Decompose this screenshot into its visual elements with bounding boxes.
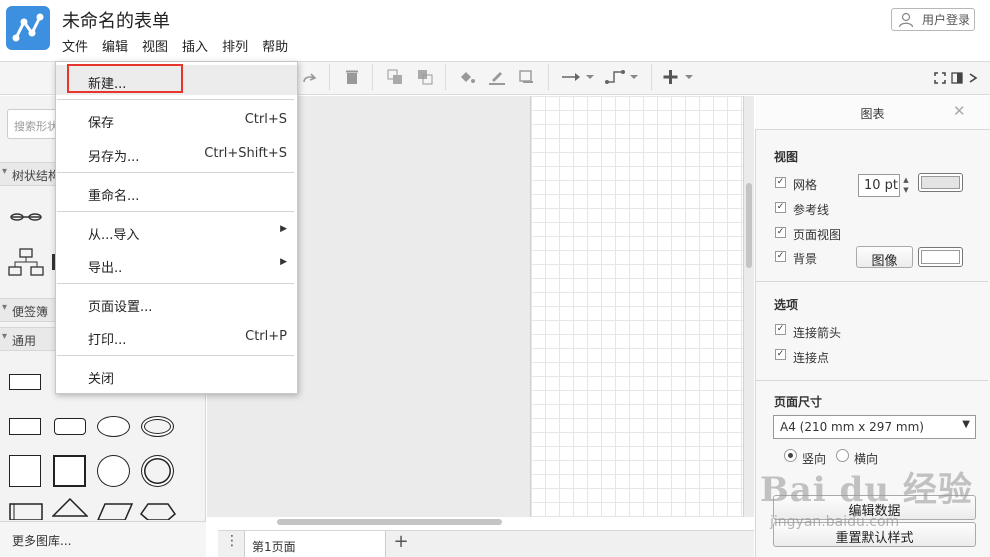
options-heading: 选项	[774, 298, 799, 312]
page-size-select[interactable]: A4 (210 mm x 297 mm) ▼	[773, 415, 976, 439]
tree-shape-org[interactable]	[8, 248, 44, 280]
menu-item-export[interactable]: 导出.. ▶	[56, 249, 297, 279]
highlight-box	[67, 64, 183, 93]
view-heading: 视图	[774, 150, 799, 164]
fill-color-icon[interactable]	[457, 68, 477, 86]
collapse-icon[interactable]	[966, 69, 980, 87]
shape-double-circle[interactable]	[141, 455, 174, 487]
menu-view[interactable]: 视图	[142, 36, 168, 55]
background-label: 背景	[793, 252, 818, 266]
portrait-radio[interactable]	[784, 449, 797, 462]
baidu-watermark-url: jingyan.baidu.com	[770, 514, 900, 530]
format-panel-icon[interactable]	[950, 69, 964, 87]
user-icon	[898, 12, 914, 27]
landscape-radio[interactable]	[836, 449, 849, 462]
vertical-scrollbar[interactable]	[746, 183, 752, 268]
menu-file[interactable]: 文件	[62, 36, 88, 55]
line-color-icon[interactable]	[487, 68, 507, 86]
shape-rounded-rectangle[interactable]	[54, 418, 86, 435]
shape-square[interactable]	[9, 455, 41, 487]
guides-checkbox[interactable]: ✓	[775, 202, 786, 213]
insert-plus-icon[interactable]	[662, 68, 696, 86]
tree-shape-link[interactable]	[9, 210, 43, 228]
shape-circle[interactable]	[97, 455, 130, 487]
connection-points-checkbox[interactable]: ✓	[775, 349, 786, 360]
background-checkbox[interactable]: ✓	[775, 251, 786, 262]
page-view-label: 页面视图	[793, 228, 842, 242]
menu-item-rename[interactable]: 重命名...	[56, 177, 297, 207]
menu-bar: 文件 编辑 视图 插入 排列 帮助	[62, 36, 288, 55]
connection-points-label: 连接点	[793, 351, 830, 365]
shape-double-ellipse[interactable]	[141, 416, 174, 437]
delete-icon[interactable]	[342, 68, 362, 86]
tab-page-1[interactable]: 第1页面	[244, 531, 386, 557]
connection-style-icon[interactable]	[560, 68, 596, 86]
menu-item-import[interactable]: 从...导入 ▶	[56, 216, 297, 246]
login-button[interactable]: 用户登录	[891, 8, 975, 31]
document-title[interactable]: 未命名的表单	[62, 7, 170, 33]
menu-edit[interactable]: 编辑	[102, 36, 128, 55]
menu-item-page-setup[interactable]: 页面设置...	[56, 288, 297, 318]
page-size-heading: 页面尺寸	[774, 395, 823, 409]
grid-size-input[interactable]: 10 pt	[858, 174, 900, 197]
baidu-watermark: Bai du 经验	[760, 470, 973, 510]
connection-arrows-checkbox[interactable]: ✓	[775, 324, 786, 335]
shape-square-bold[interactable]	[53, 455, 86, 487]
redo-icon[interactable]	[300, 70, 318, 88]
shadow-icon[interactable]	[517, 68, 537, 86]
add-page-icon[interactable]: +	[388, 531, 414, 557]
more-libraries-button[interactable]: 更多图库...	[0, 521, 206, 557]
menu-help[interactable]: 帮助	[262, 36, 288, 55]
menu-arrange[interactable]: 排列	[222, 36, 248, 55]
background-image-button[interactable]: 图像	[856, 246, 913, 269]
menu-insert[interactable]: 插入	[182, 36, 208, 55]
page-sheet[interactable]	[530, 96, 744, 517]
page-view-checkbox[interactable]: ✓	[775, 227, 786, 238]
horizontal-scrollbar[interactable]	[277, 519, 502, 525]
shape-rectangle-2[interactable]	[9, 418, 41, 435]
connection-arrows-label: 连接箭头	[793, 326, 842, 340]
waypoints-icon[interactable]	[604, 68, 640, 86]
grid-label: 网格	[793, 178, 818, 192]
grid-color-button[interactable]	[918, 173, 963, 192]
to-front-icon[interactable]	[385, 68, 405, 86]
submenu-arrow-icon: ▶	[280, 224, 287, 234]
menu-item-print[interactable]: 打印... Ctrl+P	[56, 321, 297, 351]
page-menu-icon[interactable]: ⋮	[220, 533, 244, 555]
shape-rectangle[interactable]	[9, 374, 41, 390]
to-back-icon[interactable]	[415, 68, 435, 86]
close-icon[interactable]: ✕	[953, 102, 966, 120]
app-logo	[6, 6, 50, 50]
fullscreen-icon[interactable]	[933, 69, 947, 87]
dropdown-arrow-icon: ▼	[962, 419, 970, 430]
background-color-button[interactable]	[918, 247, 963, 267]
grid-checkbox[interactable]: ✓	[775, 177, 786, 188]
login-label: 用户登录	[922, 13, 971, 27]
grid-size-stepper[interactable]: ▲ ▼	[901, 175, 911, 196]
shape-ellipse[interactable]	[97, 416, 130, 437]
menu-item-save-as[interactable]: 另存为... Ctrl+Shift+S	[56, 138, 297, 168]
submenu-arrow-icon: ▶	[280, 257, 287, 267]
guides-label: 参考线	[793, 203, 830, 217]
menu-item-close[interactable]: 关闭	[56, 360, 297, 390]
menu-item-save[interactable]: 保存 Ctrl+S	[56, 104, 297, 134]
